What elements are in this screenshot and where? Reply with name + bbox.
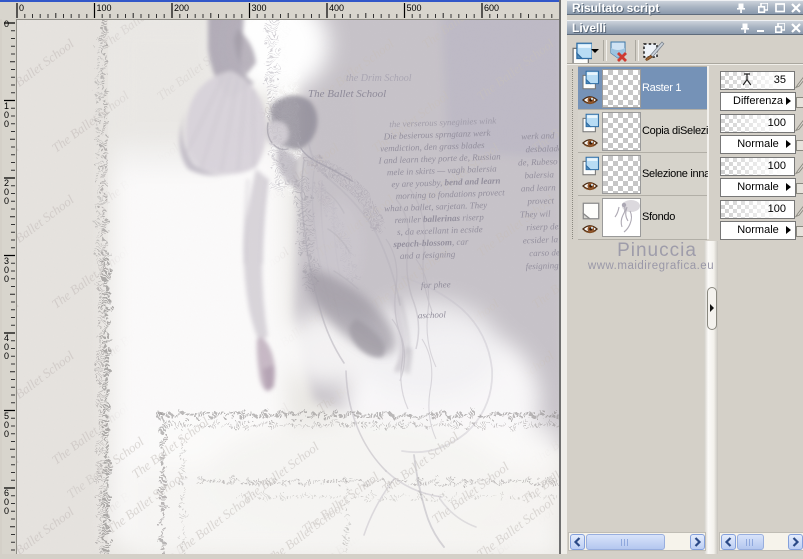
svg-text:0: 0 xyxy=(4,506,9,516)
svg-text:400: 400 xyxy=(329,3,344,13)
svg-text:200: 200 xyxy=(174,3,189,13)
svg-text:0: 0 xyxy=(4,429,9,439)
svg-text:600: 600 xyxy=(484,3,499,13)
svg-text:0: 0 xyxy=(4,274,9,284)
svg-text:0: 0 xyxy=(4,196,9,206)
svg-text:0: 0 xyxy=(4,119,9,129)
svg-text:100: 100 xyxy=(97,3,112,13)
svg-text:300: 300 xyxy=(252,3,267,13)
svg-text:0: 0 xyxy=(4,19,9,29)
svg-text:500: 500 xyxy=(407,3,422,13)
svg-text:0: 0 xyxy=(4,351,9,361)
svg-text:0: 0 xyxy=(19,3,24,13)
